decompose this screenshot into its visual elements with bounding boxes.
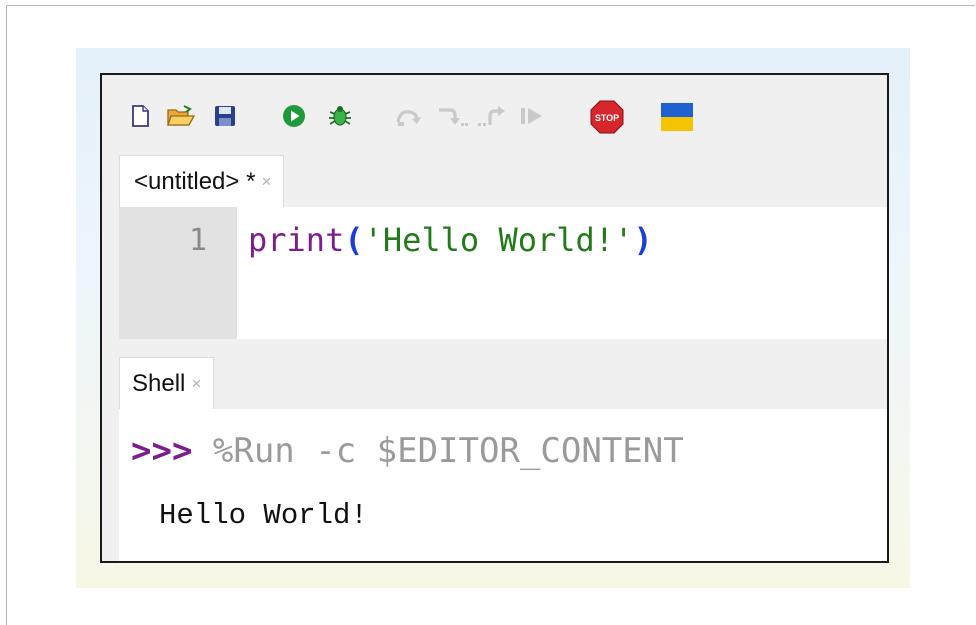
resume-icon[interactable] (518, 104, 548, 128)
line-number: 1 (188, 223, 207, 258)
code-line[interactable]: print('Hello World!') (248, 221, 653, 259)
editor-tabbar: <untitled> * × (102, 155, 887, 207)
step-over-icon[interactable] (394, 104, 426, 128)
code-string: 'Hello World!' (363, 221, 634, 259)
stop-icon[interactable]: STOP (590, 100, 624, 134)
close-icon[interactable]: × (261, 172, 271, 192)
run-icon[interactable] (282, 104, 306, 128)
tab-shell[interactable]: Shell × (119, 357, 215, 409)
shell-tabbar: Shell × (102, 351, 887, 409)
ide-window: STOP <untitled> * × 1 print('Hello World… (100, 73, 889, 563)
flag-icon[interactable] (660, 102, 694, 132)
code-function: print (248, 221, 345, 259)
line-gutter: 1 (119, 207, 237, 339)
close-icon[interactable]: × (191, 374, 201, 394)
new-file-icon[interactable] (128, 104, 152, 128)
shell-command: %Run -c $EDITOR_CONTENT (192, 431, 684, 471)
shell-output: Hello World! (159, 499, 368, 532)
tab-shell-label: Shell (132, 369, 186, 397)
code-editor[interactable]: 1 print('Hello World!') (119, 207, 887, 339)
tab-untitled[interactable]: <untitled> * × (119, 155, 285, 207)
stop-label: STOP (595, 113, 619, 123)
code-paren-close: ) (633, 221, 653, 259)
shell-prompt-line: >>> %Run -c $EDITOR_CONTENT (131, 431, 684, 471)
bug-icon[interactable] (326, 104, 354, 128)
toolbar: STOP (102, 75, 887, 155)
step-out-icon[interactable] (476, 104, 508, 128)
code-paren-open: ( (344, 221, 364, 259)
prompt-chevrons: >>> (131, 431, 193, 471)
step-into-icon[interactable] (436, 104, 468, 128)
tab-untitled-label: <untitled> * (134, 167, 256, 195)
folder-open-icon[interactable] (166, 104, 196, 128)
shell-console[interactable]: >>> %Run -c $EDITOR_CONTENT Hello World! (119, 409, 887, 561)
save-icon[interactable] (213, 104, 237, 128)
